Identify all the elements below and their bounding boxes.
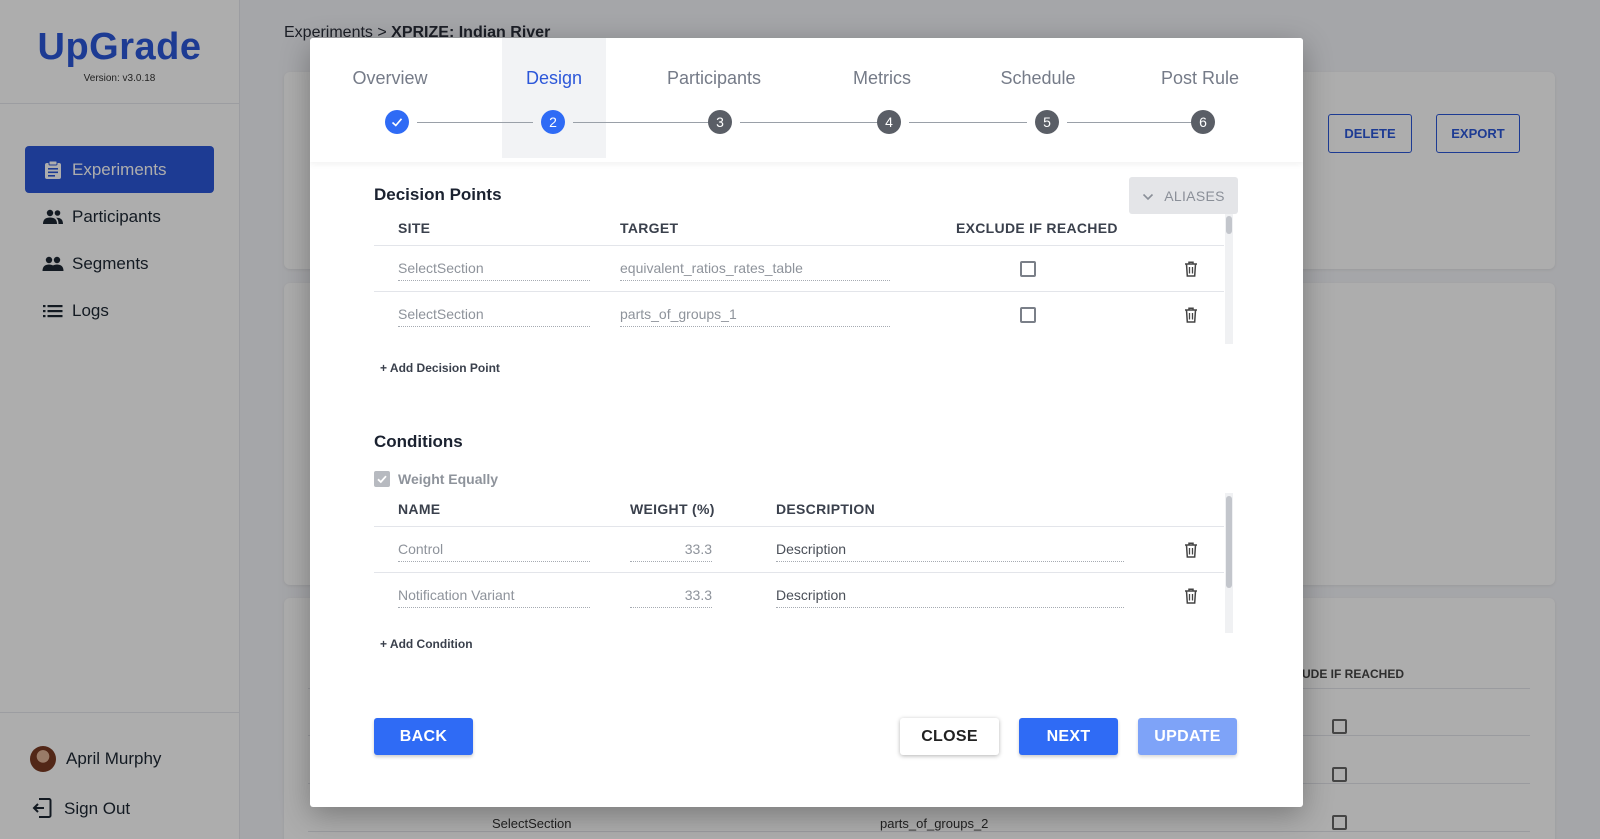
weight-equally-checkbox[interactable]: Weight Equally (374, 471, 498, 487)
add-decision-point-link[interactable]: + Add Decision Point (380, 361, 500, 375)
step-connector (573, 122, 711, 123)
aliases-button[interactable]: ALIASES (1129, 177, 1238, 214)
condition-description-input[interactable]: Description (776, 540, 1124, 562)
step-design[interactable]: Design (502, 38, 606, 158)
trash-icon[interactable] (1184, 261, 1198, 277)
target-input[interactable]: parts_of_groups_1 (620, 305, 890, 327)
decision-points-table: SITE TARGET EXCLUDE IF REACHED SelectSec… (374, 220, 1224, 342)
step-schedule[interactable]: Schedule (978, 38, 1098, 158)
step-number: 2 (541, 110, 565, 134)
trash-icon[interactable] (1184, 307, 1198, 323)
step-connector (909, 122, 1027, 123)
step-label: Post Rule (1160, 68, 1240, 88)
step-overview[interactable]: Overview (330, 38, 450, 158)
step-label: Participants (666, 68, 762, 88)
condition-name-input[interactable]: Control (398, 540, 590, 562)
next-button[interactable]: NEXT (1019, 718, 1118, 755)
column-header-description: DESCRIPTION (776, 501, 875, 517)
conditions-title: Conditions (374, 432, 463, 451)
step-label: Overview (352, 68, 428, 88)
experiment-design-dialog: Overview Design Participants Metrics Sch… (310, 38, 1303, 807)
table-row: Notification Variant 33.3 Description (374, 572, 1224, 618)
back-button[interactable]: BACK (374, 718, 473, 755)
column-header-exclude: EXCLUDE IF REACHED (956, 220, 1118, 236)
table-row: Control 33.3 Description (374, 526, 1224, 572)
add-condition-link[interactable]: + Add Condition (380, 637, 473, 651)
target-input[interactable]: equivalent_ratios_rates_table (620, 259, 890, 281)
aliases-label: ALIASES (1164, 187, 1225, 204)
condition-description-input[interactable]: Description (776, 586, 1124, 608)
condition-weight-input[interactable]: 33.3 (630, 540, 712, 562)
exclude-if-reached-checkbox[interactable] (1020, 261, 1036, 277)
trash-icon[interactable] (1184, 588, 1198, 604)
step-label: Metrics (853, 68, 911, 88)
close-button[interactable]: CLOSE (900, 718, 999, 755)
step-connector (417, 122, 533, 123)
column-header-site: SITE (398, 220, 431, 236)
step-participants[interactable]: Participants (644, 38, 784, 158)
step-metrics[interactable]: Metrics (832, 38, 932, 158)
step-complete-check-icon (385, 110, 409, 134)
step-label: Design (525, 68, 583, 88)
conditions-table: NAME WEIGHT (%) DESCRIPTION Control 33.3… (374, 501, 1224, 629)
scroll-thumb[interactable] (1226, 216, 1232, 234)
scroll-thumb[interactable] (1226, 496, 1232, 588)
step-number: 6 (1191, 110, 1215, 134)
checkmark-icon (374, 471, 390, 487)
condition-weight-input[interactable]: 33.3 (630, 586, 712, 608)
weight-equally-label: Weight Equally (398, 471, 499, 487)
step-number: 4 (877, 110, 901, 134)
condition-name-input[interactable]: Notification Variant (398, 586, 590, 608)
update-button[interactable]: UPDATE (1138, 718, 1237, 755)
step-number: 5 (1035, 110, 1059, 134)
column-header-weight: WEIGHT (%) (630, 501, 715, 517)
step-number: 3 (708, 110, 732, 134)
step-connector (1067, 122, 1193, 123)
exclude-if-reached-checkbox[interactable] (1020, 307, 1036, 323)
step-connector (740, 122, 880, 123)
chevron-down-icon (1142, 190, 1154, 202)
decision-points-title: Decision Points (374, 185, 502, 204)
column-header-target: TARGET (620, 220, 679, 236)
decision-points-scrollbar[interactable] (1225, 214, 1233, 344)
stepper: Overview Design Participants Metrics Sch… (310, 38, 1303, 162)
conditions-scrollbar[interactable] (1225, 493, 1233, 633)
step-label: Schedule (1000, 68, 1076, 88)
table-row: SelectSection equivalent_ratios_rates_ta… (374, 245, 1224, 291)
column-header-name: NAME (398, 501, 441, 517)
step-post-rule[interactable]: Post Rule (1140, 38, 1260, 158)
trash-icon[interactable] (1184, 542, 1198, 558)
site-input[interactable]: SelectSection (398, 259, 590, 281)
site-input[interactable]: SelectSection (398, 305, 590, 327)
table-row: SelectSection parts_of_groups_1 (374, 291, 1224, 337)
